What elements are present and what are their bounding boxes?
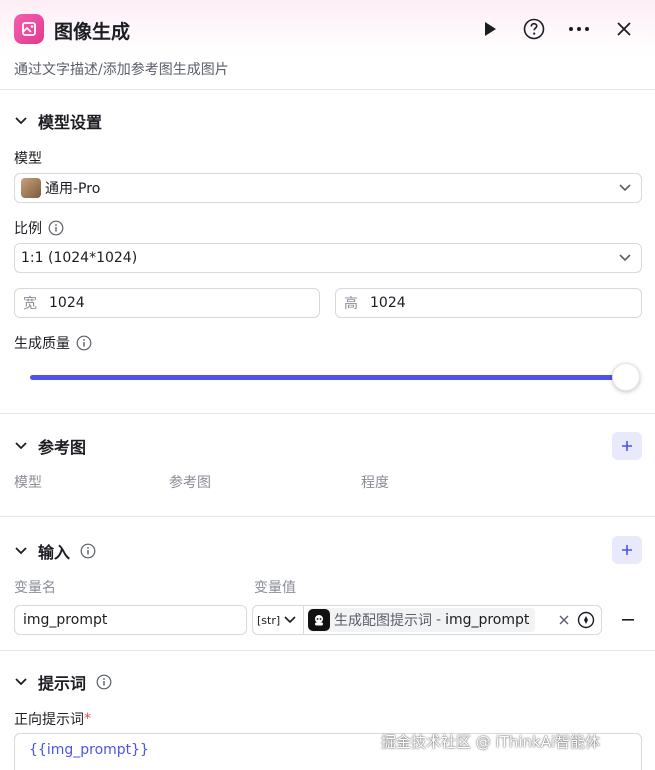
divider (0, 516, 655, 517)
section-input[interactable]: 输入 (14, 539, 96, 563)
required-mark: * (84, 711, 91, 727)
quality-slider-track[interactable] (30, 375, 626, 380)
node-header: 图像生成 通过文字描述/添加参考图生成图片 (0, 0, 655, 90)
reference-node-name: 生成配图提示词 (334, 613, 432, 629)
reference-col-model: 模型 (14, 475, 42, 491)
close-button[interactable] (611, 16, 637, 42)
minus-icon (622, 619, 634, 621)
variable-picker-icon[interactable] (577, 611, 595, 629)
close-icon (617, 22, 631, 36)
help-icon (523, 18, 545, 40)
height-input[interactable]: 高 1024 (335, 288, 642, 318)
model-select-value: 通用-Pro (45, 181, 101, 197)
ratio-label: 比例 (14, 218, 64, 238)
variable-name-input[interactable]: img_prompt (14, 605, 247, 635)
add-input-button[interactable] (612, 536, 642, 564)
watermark: 掘金技术社区 @ iThinkAi智能体 (381, 733, 601, 751)
model-label: 模型 (14, 151, 42, 167)
variable-reference-chip[interactable]: 生成配图提示词 - img_prompt (308, 608, 536, 632)
ratio-select[interactable]: 1:1 (1024*1024) (14, 243, 642, 273)
chevron-down-icon (15, 117, 27, 125)
input-col-value: 变量值 (254, 580, 296, 596)
model-avatar-icon (21, 178, 41, 198)
chevron-down-icon (15, 678, 27, 686)
plus-icon (622, 545, 632, 555)
chevron-down-icon (15, 547, 27, 555)
play-icon (485, 22, 496, 36)
quality-slider-thumb[interactable] (612, 363, 640, 391)
type-label: [str] (257, 613, 281, 627)
section-title: 模型设置 (38, 113, 103, 132)
remove-input-button[interactable] (620, 612, 636, 628)
plus-icon (622, 441, 632, 451)
section-title: 提示词 (38, 674, 87, 693)
type-select[interactable]: [str] (252, 605, 304, 635)
section-reference[interactable]: 参考图 (14, 434, 86, 458)
chevron-down-icon (619, 254, 631, 262)
reference-col-image: 参考图 (169, 475, 211, 491)
reference-col-degree: 程度 (361, 475, 389, 491)
bot-node-icon (308, 609, 330, 631)
image-generate-icon (14, 14, 44, 44)
info-icon[interactable] (76, 335, 92, 351)
width-input[interactable]: 宽 1024 (14, 288, 320, 318)
width-prefix: 宽 (23, 296, 37, 312)
positive-prompt-value: {{img_prompt}} (29, 742, 149, 758)
input-col-name: 变量名 (14, 580, 56, 596)
more-button[interactable] (566, 16, 592, 42)
width-value: 1024 (49, 295, 85, 311)
info-icon[interactable] (96, 674, 112, 690)
reference-variable: img_prompt (445, 612, 530, 628)
quality-label: 生成质量 (14, 333, 92, 353)
section-title: 输入 (38, 543, 71, 562)
chevron-down-icon (284, 616, 296, 624)
variable-name-value: img_prompt (23, 612, 108, 628)
height-value: 1024 (370, 295, 406, 311)
positive-prompt-label: 正向提示词 * (14, 711, 91, 728)
section-model-settings[interactable]: 模型设置 (14, 109, 102, 133)
model-select[interactable]: 通用-Pro (14, 173, 642, 203)
info-icon[interactable] (48, 220, 64, 236)
reference-separator: - (436, 612, 442, 628)
chevron-down-icon (15, 442, 27, 450)
node-subtitle: 通过文字描述/添加参考图生成图片 (14, 62, 229, 78)
height-prefix: 高 (344, 296, 358, 312)
info-icon[interactable] (80, 543, 96, 559)
ratio-select-value: 1:1 (1024*1024) (21, 250, 138, 266)
node-title: 图像生成 (54, 21, 131, 43)
divider (0, 413, 655, 414)
section-title: 参考图 (38, 438, 87, 457)
variable-value-field[interactable]: 生成配图提示词 - img_prompt (303, 605, 602, 635)
help-button[interactable] (521, 16, 547, 42)
clear-reference-icon[interactable] (559, 615, 569, 625)
add-reference-button[interactable] (612, 432, 642, 460)
chevron-down-icon (619, 184, 631, 192)
more-icon (569, 27, 589, 31)
divider (0, 650, 655, 651)
section-prompt[interactable]: 提示词 (14, 670, 112, 694)
run-button[interactable] (477, 16, 503, 42)
